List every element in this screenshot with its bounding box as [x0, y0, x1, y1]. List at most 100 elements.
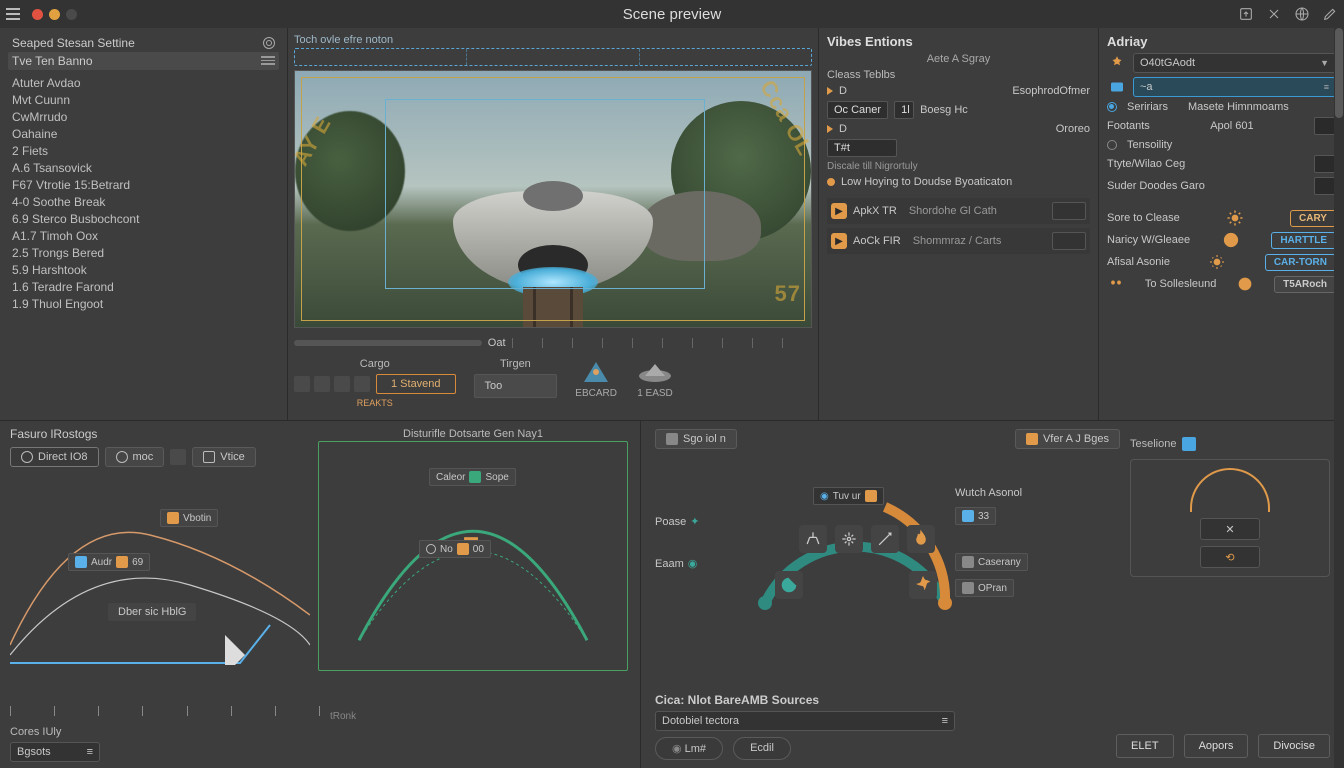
elet-button[interactable]: ELET	[1116, 734, 1174, 758]
swirl-icon[interactable]	[775, 571, 803, 599]
sidebar-item[interactable]: 1.6 Teradre Farond	[8, 278, 279, 295]
camera-input[interactable]: Oc Caner	[827, 101, 888, 119]
sidebar-item[interactable]: CwMrrudo	[8, 108, 279, 125]
value-box[interactable]	[1052, 232, 1086, 250]
tool-icon[interactable]	[314, 376, 330, 392]
edit-button[interactable]: Ecdil	[733, 737, 791, 760]
mini-icon[interactable]	[1314, 177, 1336, 195]
wand-icon[interactable]	[871, 525, 899, 553]
play-pill[interactable]: ◉Tuv ur	[813, 487, 884, 505]
node-tag[interactable]: CaleorSope	[429, 468, 516, 486]
mini-dial[interactable]	[1190, 468, 1270, 512]
viewport[interactable]: AY E Cca OL 57	[294, 70, 812, 328]
radio-icon[interactable]	[1107, 102, 1117, 112]
preset-dropdown[interactable]: O40tGAodt▼	[1133, 53, 1336, 73]
tab-icon[interactable]	[170, 449, 186, 465]
sidebar-item[interactable]: Oahaine	[8, 125, 279, 142]
sidebar-selected[interactable]: Tve Ten Banno	[8, 52, 279, 70]
reset-mini[interactable]: ⟲	[1200, 546, 1260, 568]
corner-dropdown[interactable]: Bgsots≡	[10, 742, 100, 762]
sidebar-item[interactable]: A1.7 Timoh Oox	[8, 227, 279, 244]
sidebar-item[interactable]: 6.9 Sterco Busbochcont	[8, 210, 279, 227]
close-dot[interactable]	[32, 9, 43, 20]
mini-icon[interactable]	[1314, 155, 1336, 173]
action-row[interactable]: Sore to Clease CARY	[1107, 209, 1336, 227]
flame-icon[interactable]	[907, 525, 935, 553]
prop-row[interactable]: D EsophrodOfmer	[827, 83, 1090, 99]
refresh-icon[interactable]	[263, 37, 275, 49]
scrollbar-thumb[interactable]	[1335, 28, 1343, 118]
shortcut-row[interactable]: ▶ AoCk FIR Shommraz / Carts	[827, 228, 1090, 254]
layer-dropdown[interactable]: ~a≡	[1133, 77, 1336, 97]
tool-icon[interactable]	[334, 376, 350, 392]
divocise-button[interactable]: Divocise	[1258, 734, 1330, 758]
sidebar-item[interactable]: Mvt Cuunn	[8, 91, 279, 108]
drone-b-thumb[interactable]: 1 EASD	[635, 358, 675, 408]
curve-tab[interactable]: moc	[105, 447, 165, 467]
region-selector[interactable]	[294, 48, 812, 66]
sidebar-item[interactable]: 5.9 Harshtook	[8, 261, 279, 278]
radio-icon[interactable]	[1107, 140, 1117, 150]
dial-tab[interactable]: Sgo iol n	[655, 429, 737, 449]
radio-row[interactable]: Tensoility	[1107, 139, 1336, 151]
color-swatch[interactable]	[1314, 117, 1336, 135]
scrollbar[interactable]	[1334, 28, 1344, 768]
sidebar-item[interactable]: Atuter Avdao	[8, 74, 279, 91]
curve-graph-1[interactable]: Vbotin Audr69 Dber sic HblG	[10, 475, 310, 665]
edit-icon[interactable]	[1322, 6, 1338, 22]
action-row[interactable]: Afisal Asonie CAR-TORN	[1107, 253, 1336, 271]
cargo-icons[interactable]	[294, 376, 370, 392]
radio-row[interactable]: Seririars Masete Himnmoams	[1107, 101, 1336, 113]
radial-dial[interactable]: ◉Tuv ur	[735, 433, 975, 653]
window-controls[interactable]	[32, 9, 77, 20]
action-row[interactable]: Naricy W/Gleaee HARTTLE	[1107, 231, 1336, 249]
spread-icon[interactable]	[835, 525, 863, 553]
right-panel: Adriay O40tGAodt▼ ~a≡ Seririars Masete H…	[1098, 28, 1344, 420]
close-mini[interactable]: ✕	[1200, 518, 1260, 540]
action-row[interactable]: To Sollesleund T5ARoch	[1107, 275, 1336, 293]
pose-icon[interactable]	[799, 525, 827, 553]
dial-tab[interactable]: Vfer A J Bges	[1015, 429, 1120, 449]
sources-dropdown[interactable]: Dotobiel tectora≡	[655, 711, 955, 731]
sidebar-item[interactable]: 1.9 Thuol Engoot	[8, 295, 279, 312]
tool-icon[interactable]	[354, 376, 370, 392]
sidebar-item[interactable]: 2 Fiets	[8, 142, 279, 159]
curve-tab[interactable]: Direct IO8	[10, 447, 99, 467]
sidebar-item[interactable]: 4-0 Soothe Break	[8, 193, 279, 210]
aopors-button[interactable]: Aopors	[1184, 734, 1249, 758]
minimize-dot[interactable]	[49, 9, 60, 20]
sidebar-item[interactable]: 2.5 Trongs Bered	[8, 244, 279, 261]
sidebar-header[interactable]: Seaped Stesan Settine	[8, 34, 279, 52]
link-button[interactable]: ◉ Lm#	[655, 737, 723, 760]
spark-icon[interactable]	[909, 571, 937, 599]
sources-title: Cica: Nlot BareAMB Sources	[655, 693, 1120, 707]
tt-field[interactable]: T#t	[827, 139, 897, 157]
expand-icon[interactable]	[827, 87, 833, 95]
inner-frame[interactable]	[385, 99, 705, 289]
export-icon[interactable]	[1238, 6, 1254, 22]
node-tag[interactable]: Audr69	[68, 553, 150, 571]
vibes-sh: Cleass Teblbs	[827, 69, 1090, 81]
timeline[interactable]: Oat	[294, 334, 812, 352]
prop-row[interactable]: D Ororeo	[827, 121, 1090, 137]
zoom-dot[interactable]	[66, 9, 77, 20]
cut-icon[interactable]	[1266, 6, 1282, 22]
node-tag[interactable]: Vbotin	[160, 509, 218, 527]
tool-icon[interactable]	[294, 376, 310, 392]
curve-tab[interactable]: Vtice	[192, 447, 255, 467]
shortcut-row[interactable]: ▶ ApkX TR Shordohe Gl Cath	[827, 198, 1090, 224]
value-box[interactable]	[1052, 202, 1086, 220]
sidebar-item[interactable]: F67 Vtrotie 15:Betrard	[8, 176, 279, 193]
menu-icon[interactable]	[6, 8, 20, 20]
sidebar-item[interactable]: A.6 Tsansovick	[8, 159, 279, 176]
drone-a-thumb[interactable]: EBCARD	[575, 358, 617, 408]
window-title: Scene preview	[623, 6, 721, 23]
expand-icon[interactable]	[827, 125, 833, 133]
camera-num[interactable]: 1l	[894, 101, 914, 119]
target-pill[interactable]: Too	[474, 374, 558, 398]
globe-icon[interactable]	[1294, 6, 1310, 22]
cargo-pill[interactable]: 1 Stavend	[376, 374, 456, 394]
sidebar-list: Atuter Avdao Mvt Cuunn CwMrrudo Oahaine …	[8, 74, 279, 312]
node-tag[interactable]: No00	[419, 540, 491, 558]
curve-graph-2[interactable]: Disturifle Dotsarte Gen Nay1 CaleorSope …	[318, 441, 628, 671]
